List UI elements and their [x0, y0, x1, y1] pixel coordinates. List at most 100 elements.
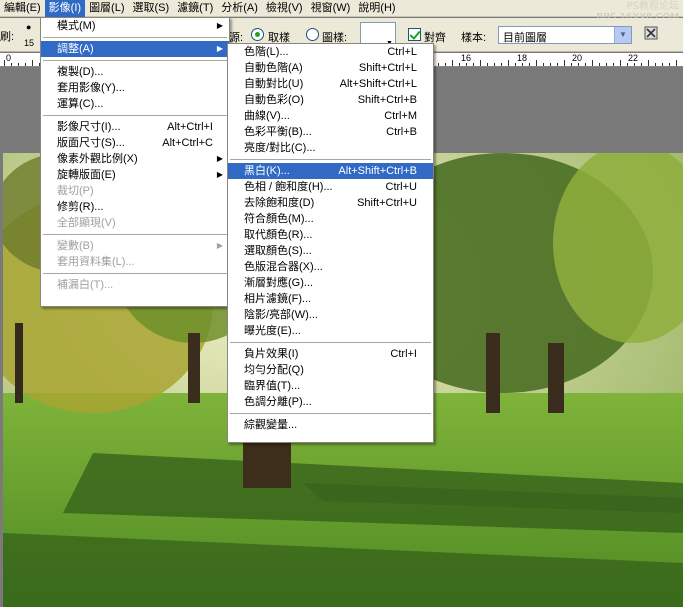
- menu-item-trim[interactable]: 修剪(R)...: [41, 199, 229, 215]
- menu-item-match-color[interactable]: 符合顏色(M)...: [228, 211, 433, 227]
- menu-item-shortcut: Shift+Ctrl+B: [357, 94, 417, 106]
- menu-item-brightness-contrast[interactable]: 亮度/對比(C)...: [228, 140, 433, 156]
- menu-layer[interactable]: 圖層(L): [85, 0, 128, 17]
- menu-image[interactable]: 影像(I): [44, 0, 86, 17]
- menu-item-crop[interactable]: 裁切(P): [41, 183, 229, 199]
- menu-item-shortcut: Alt+Ctrl+C: [162, 137, 213, 149]
- menu-item-calculations[interactable]: 運算(C)...: [41, 96, 229, 112]
- menu-item-label: 負片效果(I): [244, 348, 299, 360]
- ruler-tick: [571, 63, 572, 66]
- menu-item-apply-image[interactable]: 套用影像(Y)...: [41, 80, 229, 96]
- menu-item-shadows-highlights[interactable]: 陰影/亮部(W)...: [228, 307, 433, 323]
- menu-view[interactable]: 檢視(V): [262, 0, 307, 17]
- menu-separator: [43, 60, 227, 61]
- sample-value: 目前圖層: [503, 32, 547, 44]
- ruler-number: 22: [628, 53, 639, 63]
- watermark-title: PS教程论坛: [626, 1, 679, 12]
- menu-item-threshold[interactable]: 臨界值(T)...: [228, 378, 433, 394]
- aligned-checkbox[interactable]: [408, 28, 421, 41]
- ruler-tick: [522, 63, 523, 66]
- menu-item-variations[interactable]: 綜觀變量...: [228, 417, 433, 433]
- menu-item-label: 複製(D)...: [57, 66, 104, 78]
- sample-label: 樣本:: [461, 32, 487, 44]
- menu-item-auto-color[interactable]: 自動色彩(O) Shift+Ctrl+B: [228, 92, 433, 108]
- menu-analysis[interactable]: 分析(A): [217, 0, 262, 17]
- menu-item-label: 曲線(V)...: [244, 110, 290, 122]
- menu-item-curves[interactable]: 曲線(V)... Ctrl+M: [228, 108, 433, 124]
- menu-item-invert[interactable]: 負片效果(I) Ctrl+I: [228, 346, 433, 362]
- menu-item-photo-filter[interactable]: 相片濾鏡(F)...: [228, 291, 433, 307]
- menu-item-posterize[interactable]: 色調分離(P)...: [228, 394, 433, 410]
- menu-select[interactable]: 選取(S): [129, 0, 174, 17]
- menu-item-label: 變數(B): [57, 240, 94, 252]
- menu-item-mode[interactable]: 模式(M) ▶: [41, 18, 229, 34]
- menu-separator: [230, 413, 431, 414]
- ruler-tick: [648, 60, 649, 66]
- menu-item-desaturate[interactable]: 去除飽和度(D) Shift+Ctrl+U: [228, 195, 433, 211]
- brush-dot-icon[interactable]: ●: [26, 22, 31, 32]
- menu-item-auto-contrast[interactable]: 自動對比(U) Alt+Shift+Ctrl+L: [228, 76, 433, 92]
- ruler-tick: [627, 63, 628, 66]
- menu-separator: [43, 273, 227, 274]
- menu-item-shortcut: Shift+Ctrl+L: [358, 62, 417, 74]
- menu-item-equalize[interactable]: 均勻分配(Q): [228, 362, 433, 378]
- menu-edit[interactable]: 編輯(E): [0, 0, 45, 17]
- menu-item-shortcut: Alt+Ctrl+I: [167, 121, 213, 133]
- menu-item-label: 自動對比(U): [244, 78, 304, 90]
- ruler-tick: [585, 63, 586, 66]
- menu-item-label: 自動色彩(O): [244, 94, 304, 106]
- menu-item-gradient-map[interactable]: 漸層對應(G)...: [228, 275, 433, 291]
- ruler-tick: [445, 63, 446, 66]
- menu-item-variables[interactable]: 變數(B) ▶: [41, 238, 229, 254]
- menu-item-reveal-all[interactable]: 全部顯現(V): [41, 215, 229, 231]
- menu-item-duplicate[interactable]: 複製(D)...: [41, 64, 229, 80]
- ruler-tick: [459, 63, 460, 66]
- menu-item-pixel-aspect-ratio[interactable]: 像素外觀比例(X) ▶: [41, 151, 229, 167]
- ruler-tick: [557, 63, 558, 66]
- ruler-tick: [669, 63, 670, 66]
- ruler-tick: [515, 63, 516, 66]
- menu-item-hue-saturation[interactable]: 色相 / 飽和度(H)... Ctrl+U: [228, 179, 433, 195]
- menu-item-label: 版面尺寸(S)...: [57, 137, 125, 149]
- menu-item-canvas-size[interactable]: 版面尺寸(S)... Alt+Ctrl+C: [41, 135, 229, 151]
- menu-item-black-white[interactable]: 黑白(K)... Alt+Shift+Ctrl+B: [228, 163, 433, 179]
- menu-item-label: 套用影像(Y)...: [57, 82, 125, 94]
- menu-help[interactable]: 說明(H): [354, 0, 399, 17]
- menu-item-selective-color[interactable]: 選取顏色(S)...: [228, 243, 433, 259]
- menu-item-shortcut: Alt+Shift+Ctrl+L: [339, 78, 417, 90]
- ruler-tick: [487, 63, 488, 66]
- menu-item-auto-levels[interactable]: 自動色階(A) Shift+Ctrl+L: [228, 60, 433, 76]
- ruler-tick: [550, 63, 551, 66]
- menu-item-color-balance[interactable]: 色彩平衡(B)... Ctrl+B: [228, 124, 433, 140]
- pattern-radio[interactable]: [306, 28, 319, 41]
- ruler-tick: [655, 63, 656, 66]
- menu-item-label: 全部顯現(V): [57, 217, 116, 229]
- menu-item-label: 模式(M): [57, 20, 96, 32]
- menu-item-apply-data-set[interactable]: 套用資料集(L)...: [41, 254, 229, 270]
- sampled-radio[interactable]: [251, 28, 264, 41]
- ruler-tick: [634, 63, 635, 66]
- menu-item-trap[interactable]: 補漏白(T)...: [41, 277, 229, 293]
- menu-item-label: 套用資料集(L)...: [57, 256, 135, 268]
- menu-item-exposure[interactable]: 曝光度(E)...: [228, 323, 433, 339]
- adjustments-submenu: 色階(L)... Ctrl+L 自動色階(A) Shift+Ctrl+L 自動對比(…: [227, 43, 434, 443]
- sample-select[interactable]: 目前圖層 ▼: [498, 26, 632, 44]
- menu-item-label: 色彩平衡(B)...: [244, 126, 312, 138]
- menu-item-label: 修剪(R)...: [57, 201, 104, 213]
- menu-item-label: 自動色階(A): [244, 62, 303, 74]
- submenu-arrow-icon: ▶: [216, 154, 223, 163]
- menu-item-rotate-canvas[interactable]: 旋轉版面(E) ▶: [41, 167, 229, 183]
- menu-item-levels[interactable]: 色階(L)... Ctrl+L: [228, 44, 433, 60]
- chevron-down-icon[interactable]: ▼: [614, 27, 631, 43]
- menu-item-adjustments[interactable]: 調整(A) ▶: [41, 41, 229, 57]
- submenu-arrow-icon: ▶: [216, 21, 223, 30]
- ruler-tick: [543, 63, 544, 66]
- menu-window[interactable]: 視窗(W): [307, 0, 355, 17]
- submenu-arrow-icon: ▶: [216, 241, 223, 250]
- submenu-arrow-icon: ▶: [216, 44, 223, 53]
- menu-item-image-size[interactable]: 影像尺寸(I)... Alt+Ctrl+I: [41, 119, 229, 135]
- menu-filter[interactable]: 濾鏡(T): [173, 0, 217, 17]
- ignore-adjustment-layers-icon[interactable]: [644, 26, 658, 40]
- menu-item-replace-color[interactable]: 取代顏色(R)...: [228, 227, 433, 243]
- menu-item-channel-mixer[interactable]: 色版混合器(X)...: [228, 259, 433, 275]
